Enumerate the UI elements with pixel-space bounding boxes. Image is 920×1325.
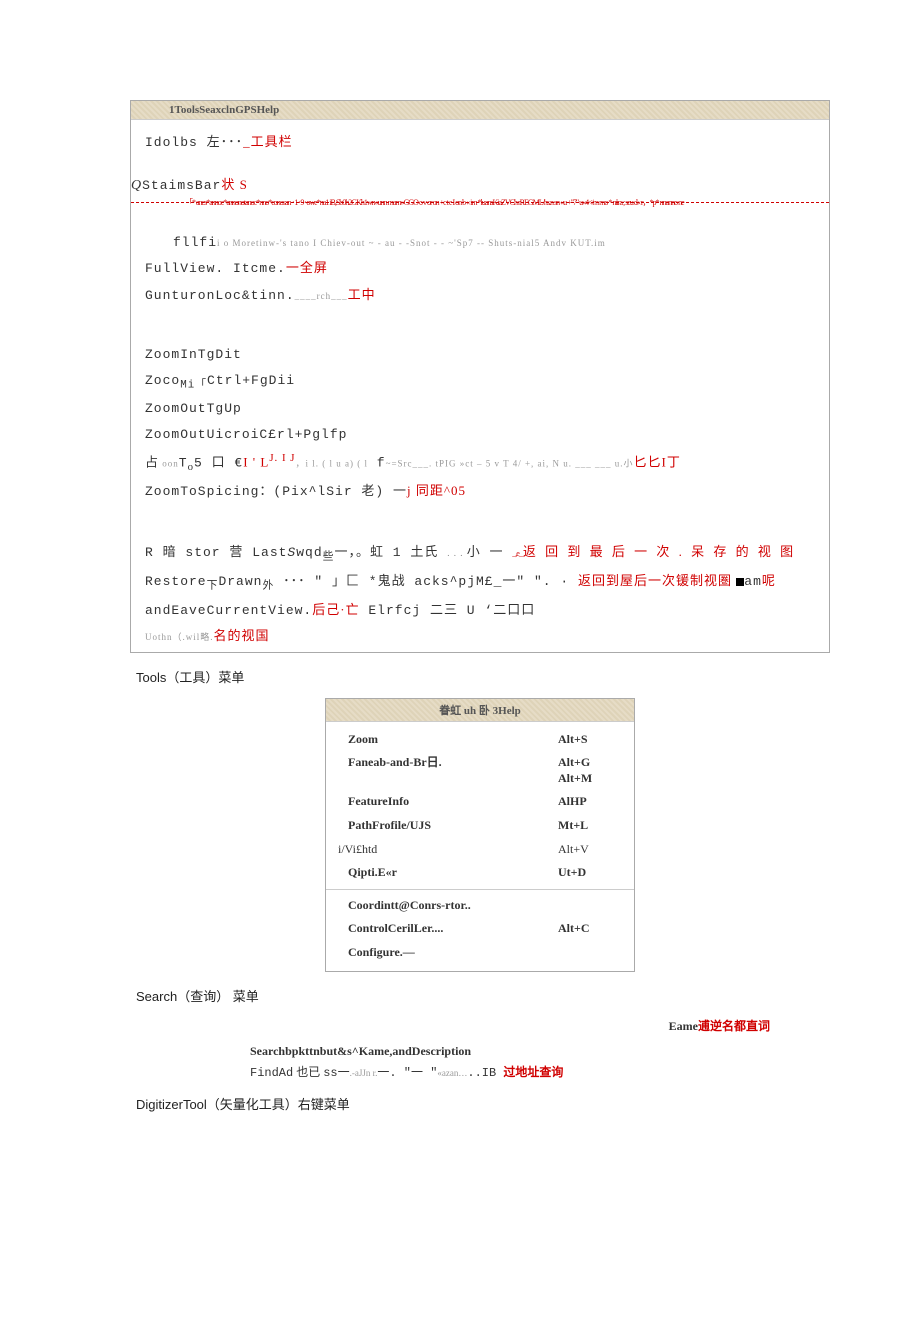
menu-item-shortcut: Alt+C — [558, 921, 618, 937]
garbled-zoom-line: 占 oonTo5 口 €I ' LJ. I J，i l. ( l u a) ( … — [145, 450, 815, 475]
restore-last-saved-item: R 暗 stor 营 LastSwqd些一，。虹 1 土氏 . . . 小 一 … — [145, 542, 815, 565]
menu-item-label: Configure.— — [348, 945, 415, 961]
menu-item-label: Zoom — [348, 732, 378, 748]
save-current-view-item: andEaveCurrentView.后己·亡 Elrfcj 二三 U ‘二口口 — [145, 600, 815, 621]
menu-separator — [326, 889, 634, 890]
find-address-item: FindAd 也已 ss一.-aJJn r.一. "一 "«azan…..IB … — [250, 1063, 830, 1080]
menu-item[interactable]: Faneab-and-Br日. Alt+GAlt+M — [326, 751, 634, 790]
search-by-attributes-item: Searchbpkttnbut&s^Kame,andDescription — [250, 1044, 830, 1059]
menu-item[interactable]: Zoom Alt+S — [326, 728, 634, 752]
menu-item-label: FeatureInfo — [348, 794, 409, 810]
menu-item[interactable]: Configure.— — [326, 941, 634, 965]
menu-item[interactable]: Coordintt@Conrs-rtor.. — [326, 894, 634, 918]
digitizer-section-title: DigitizerTool（矢量化工具）右键菜单 — [136, 1094, 830, 1113]
menu-item-label: Coordintt@Conrs-rtor.. — [348, 898, 471, 914]
garbled-rule: 「* anes*annoc*annonotanoc*nno*conosan ･1… — [185, 197, 815, 208]
menu-item[interactable]: Qipti.E«r Ut+D — [326, 861, 634, 885]
named-view-item: Uothn（.wil略.名的视国 — [145, 626, 815, 646]
menu-item[interactable]: PathFrofile/UJS Mt+L — [326, 814, 634, 838]
menu-item-shortcut: Alt+V — [558, 842, 618, 858]
menu-item-shortcut: AlHP — [558, 794, 618, 810]
zoom-out-item: ZoomOutTgUp — [145, 399, 815, 419]
zoom-mi-item: ZocoMi「Ctrl+FgDii — [145, 371, 815, 394]
zoom-out-micro-item: ZoomOutUicroiC£rl+Pglfp — [145, 425, 815, 445]
menu-item-label: Qipti.E«r — [348, 865, 397, 881]
menu-item-label: PathFrofile/UJS — [348, 818, 431, 834]
menu-item-shortcut: Mt+L — [558, 818, 618, 834]
menu-item[interactable]: ControlCerilLer.... Alt+C — [326, 917, 634, 941]
tools-menu-header: 眷虹 uh 卧 3Help — [326, 699, 634, 722]
menu-item-shortcut: Ut+D — [558, 865, 618, 881]
view-menu-header: 1ToolsSeaxclnGPSHelp — [131, 101, 829, 120]
menu-item-label: ControlCerilLer.... — [348, 921, 443, 937]
menu-item-label: Faneab-and-Br日. — [348, 755, 442, 786]
search-section-title: Search（查询） 菜单 — [136, 986, 830, 1005]
menu-item-shortcut — [558, 945, 618, 961]
menu-item-label: i/Vi£htd — [338, 842, 377, 858]
menu-item-shortcut: Alt+GAlt+M — [558, 755, 618, 786]
menu-item[interactable]: FeatureInfo AlHP — [326, 790, 634, 814]
full-view-item: FullView. Itcme.一全屏 — [145, 258, 815, 279]
zoom-to-spacing-item: ZoomToSpicing：(Pix^lSir 老) 一j 同距^05 — [145, 481, 815, 502]
tools-section-title: Tools（工具）菜单 — [136, 667, 830, 686]
center-on-location-item: GunturonLoc&tinn.____rch___工中 — [145, 285, 815, 306]
header-text: 1ToolsSeaxclnGPSHelp — [141, 104, 279, 116]
menu-item-shortcut — [558, 898, 618, 914]
search-by-name-heading: Eame逋逆名都直词 — [130, 1017, 770, 1034]
fllfi-item: fllfii o Moretinw-'s tano I Chiev-out ~ … — [155, 232, 815, 253]
toolbars-item: Idolbs 左･･･_工具栏 — [145, 132, 815, 153]
menu-item[interactable]: i/Vi£htd Alt+V — [326, 838, 634, 862]
status-bar-item: QStaimsBar状 S — [129, 175, 829, 196]
zoom-in-item: ZoomInTgDit — [145, 345, 815, 365]
restore-drawn-item: Restore下Drawn外 ･･･ " 」匚 *鬼战 acks^pjM£_一"… — [145, 571, 815, 594]
tools-menu-panel: 眷虹 uh 卧 3Help Zoom Alt+S Faneab-and-Br日. Al… — [325, 698, 635, 972]
menu-item-shortcut: Alt+S — [558, 732, 618, 748]
view-menu-panel: 1ToolsSeaxclnGPSHelp Idolbs 左･･･_工具栏 QSt… — [130, 100, 830, 653]
